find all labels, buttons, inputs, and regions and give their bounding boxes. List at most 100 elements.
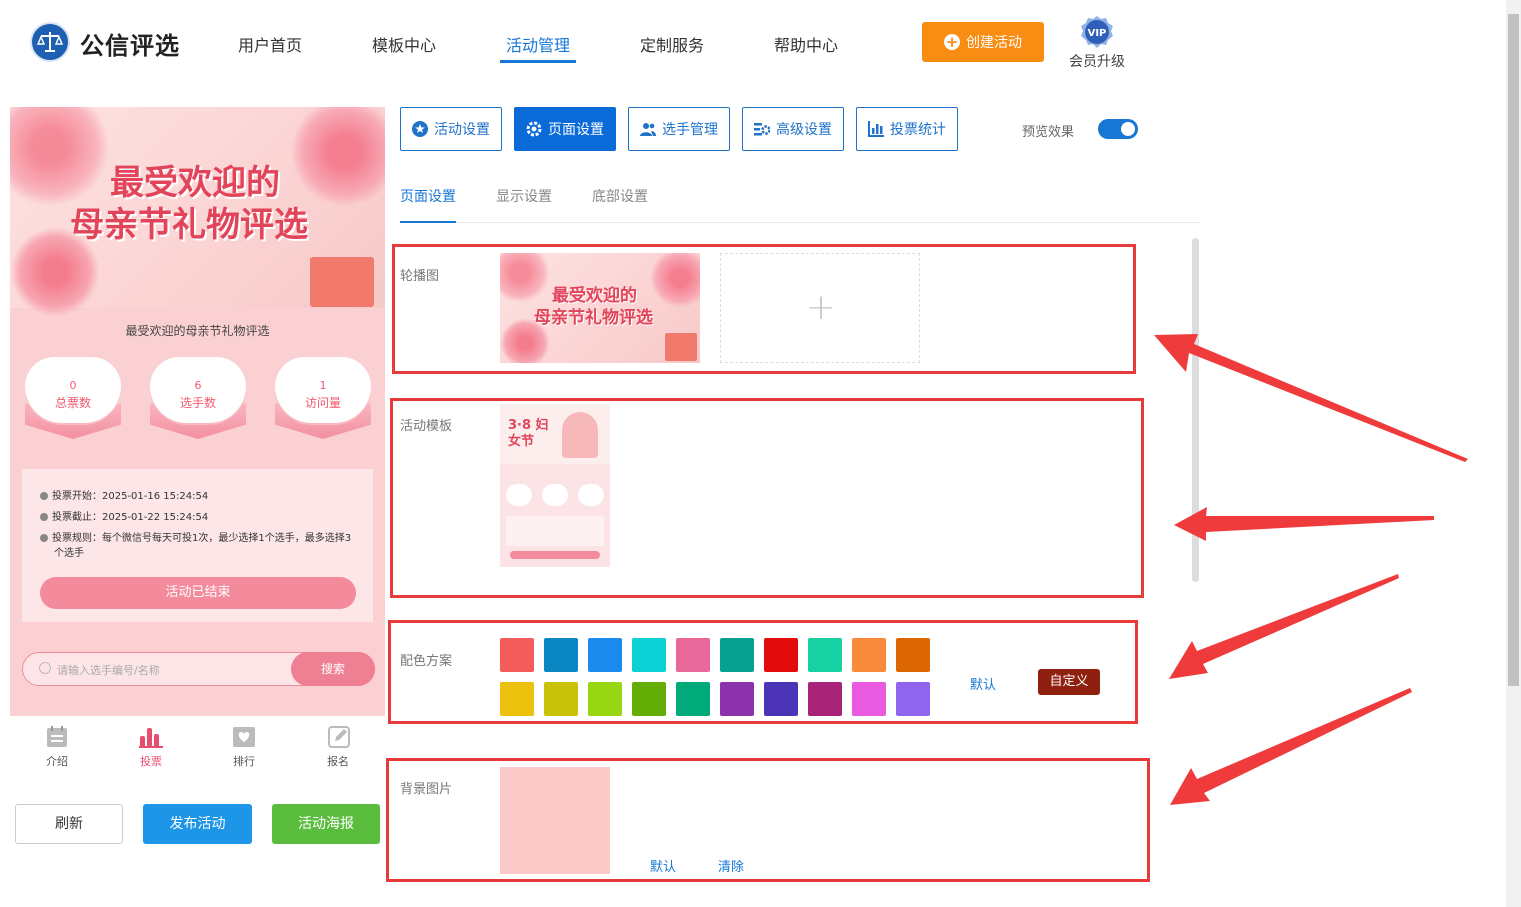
vip-upgrade-label[interactable]: 会员升级 [1069,51,1125,71]
color-swatch-row-2 [500,682,930,716]
background-clear-link[interactable]: 清除 [718,856,744,875]
color-swatch[interactable] [676,638,710,672]
color-swatch[interactable] [588,682,622,716]
activity-settings-button[interactable]: 活动设置 [400,107,502,151]
vote-end-time: 投票截止：2025-01-22 15:24:54 [40,511,360,525]
nav-active-underline [500,60,576,63]
stat-visit-count: 1 访问量 [275,357,371,447]
preview-effect-toggle[interactable] [1098,119,1138,139]
phone-preview: 最受欢迎的 母亲节礼物评选 最受欢迎的母亲节礼物评选 0 总票数 6 选手数 1… [10,107,385,716]
advanced-settings-button[interactable]: 高级设置 [742,107,844,151]
contestant-search[interactable]: 请输入选手编号/名称 搜索 [22,652,375,686]
tab-signup[interactable]: 报名 [318,753,358,769]
template-label: 活动模板 [400,419,453,434]
color-swatch[interactable] [632,638,666,672]
arrow-to-template [1174,507,1434,541]
nav-user-home[interactable]: 用户首页 [238,32,302,56]
subtab-footer-settings[interactable]: 底部设置 [592,186,648,206]
color-swatch[interactable] [896,682,930,716]
color-swatch[interactable] [544,682,578,716]
color-swatch[interactable] [896,638,930,672]
color-swatch-row-1 [500,638,930,672]
subtab-divider [400,222,1200,223]
color-swatch[interactable] [852,682,886,716]
color-swatch[interactable] [500,638,534,672]
create-activity-label: 创建活动 [966,35,1022,51]
carousel-image-thumbnail[interactable]: 最受欢迎的 母亲节礼物评选 [500,253,700,363]
template-thumb-title: 3·8 妇女节 [508,418,549,449]
intro-tab-icon[interactable] [45,725,69,749]
background-image-label: 背景图片 [400,782,453,797]
publish-activity-button[interactable]: 发布活动 [143,804,252,844]
preview-banner-image: 最受欢迎的 母亲节礼物评选 [10,107,385,317]
page-settings-button[interactable]: 页面设置 [514,107,616,151]
color-default-link[interactable]: 默认 [970,674,996,693]
background-image-thumbnail[interactable] [500,767,610,874]
activity-poster-button[interactable]: 活动海报 [272,804,380,844]
arrow-to-background [1170,688,1412,805]
preview-effect-label: 预览效果 [1022,125,1075,140]
nav-template-center[interactable]: 模板中心 [372,32,436,56]
vote-rule-cont: 个选手 [54,548,84,559]
vote-statistics-button[interactable]: 投票统计 [856,107,958,151]
nav-activity-management[interactable]: 活动管理 [506,32,570,56]
bar-chart-icon [868,121,884,137]
ranking-tab-icon[interactable] [232,725,256,749]
tab-intro[interactable]: 介绍 [37,753,77,769]
color-swatch[interactable] [720,638,754,672]
color-swatch[interactable] [720,682,754,716]
vip-badge-icon[interactable]: VIP [1080,15,1114,49]
subtab-page-settings[interactable]: 页面设置 [400,186,456,206]
nav-custom-service[interactable]: 定制服务 [640,32,704,56]
users-icon [640,123,656,136]
plus-icon: + [944,33,960,51]
contestant-management-button[interactable]: 选手管理 [628,107,730,151]
search-icon [39,662,51,674]
arrow-to-carousel [1154,334,1468,462]
preview-banner-title: 最受欢迎的 母亲节礼物评选 [70,163,308,245]
sliders-icon [754,123,770,136]
brand-name[interactable]: 公信评选 [80,26,180,61]
gear-icon [526,121,542,137]
color-swatch[interactable] [632,682,666,716]
tab-ranking[interactable]: 排行 [224,753,264,769]
stat-contestant-count: 6 选手数 [150,357,246,447]
arrow-to-colors [1169,574,1399,679]
star-icon [412,121,428,137]
background-default-link[interactable]: 默认 [650,856,676,875]
brand-logo-icon[interactable] [30,22,70,62]
color-scheme-label: 配色方案 [400,654,453,669]
subtab-active-underline [400,221,456,223]
color-swatch[interactable] [544,638,578,672]
color-swatch[interactable] [588,638,622,672]
subtab-display-settings[interactable]: 显示设置 [496,186,552,206]
vote-start-time: 投票开始：2025-01-16 15:24:54 [40,490,360,504]
color-custom-button[interactable]: 自定义 [1038,669,1100,695]
color-swatch[interactable] [852,638,886,672]
preview-activity-title: 最受欢迎的母亲节礼物评选 [125,324,270,338]
color-swatch[interactable] [764,638,798,672]
vote-tab-icon[interactable] [139,725,163,749]
color-swatch[interactable] [808,682,842,716]
template-thumbnail[interactable]: 3·8 妇女节 [500,404,610,581]
plus-icon: + [805,287,837,328]
tab-vote[interactable]: 投票 [131,753,171,769]
color-swatch[interactable] [764,682,798,716]
signup-tab-icon[interactable] [327,725,351,749]
page-scrollbar-thumb[interactable] [1508,14,1519,686]
color-swatch[interactable] [808,638,842,672]
gift-box-decoration [310,257,374,307]
refresh-button[interactable]: 刷新 [15,804,123,844]
stat-total-votes: 0 总票数 [25,357,121,447]
add-carousel-image-button[interactable]: + [720,253,920,363]
search-button[interactable]: 搜索 [291,652,375,686]
activity-ended-button[interactable]: 活动已结束 [40,577,356,609]
carousel-label: 轮播图 [400,269,440,284]
vip-badge-text: VIP [1088,28,1107,39]
color-swatch[interactable] [676,682,710,716]
color-swatch[interactable] [500,682,534,716]
nav-help-center[interactable]: 帮助中心 [774,32,838,56]
create-activity-button[interactable]: + 创建活动 [922,22,1044,62]
annotation-arrows [1154,334,1468,805]
search-input[interactable]: 请输入选手编号/名称 [57,662,160,678]
